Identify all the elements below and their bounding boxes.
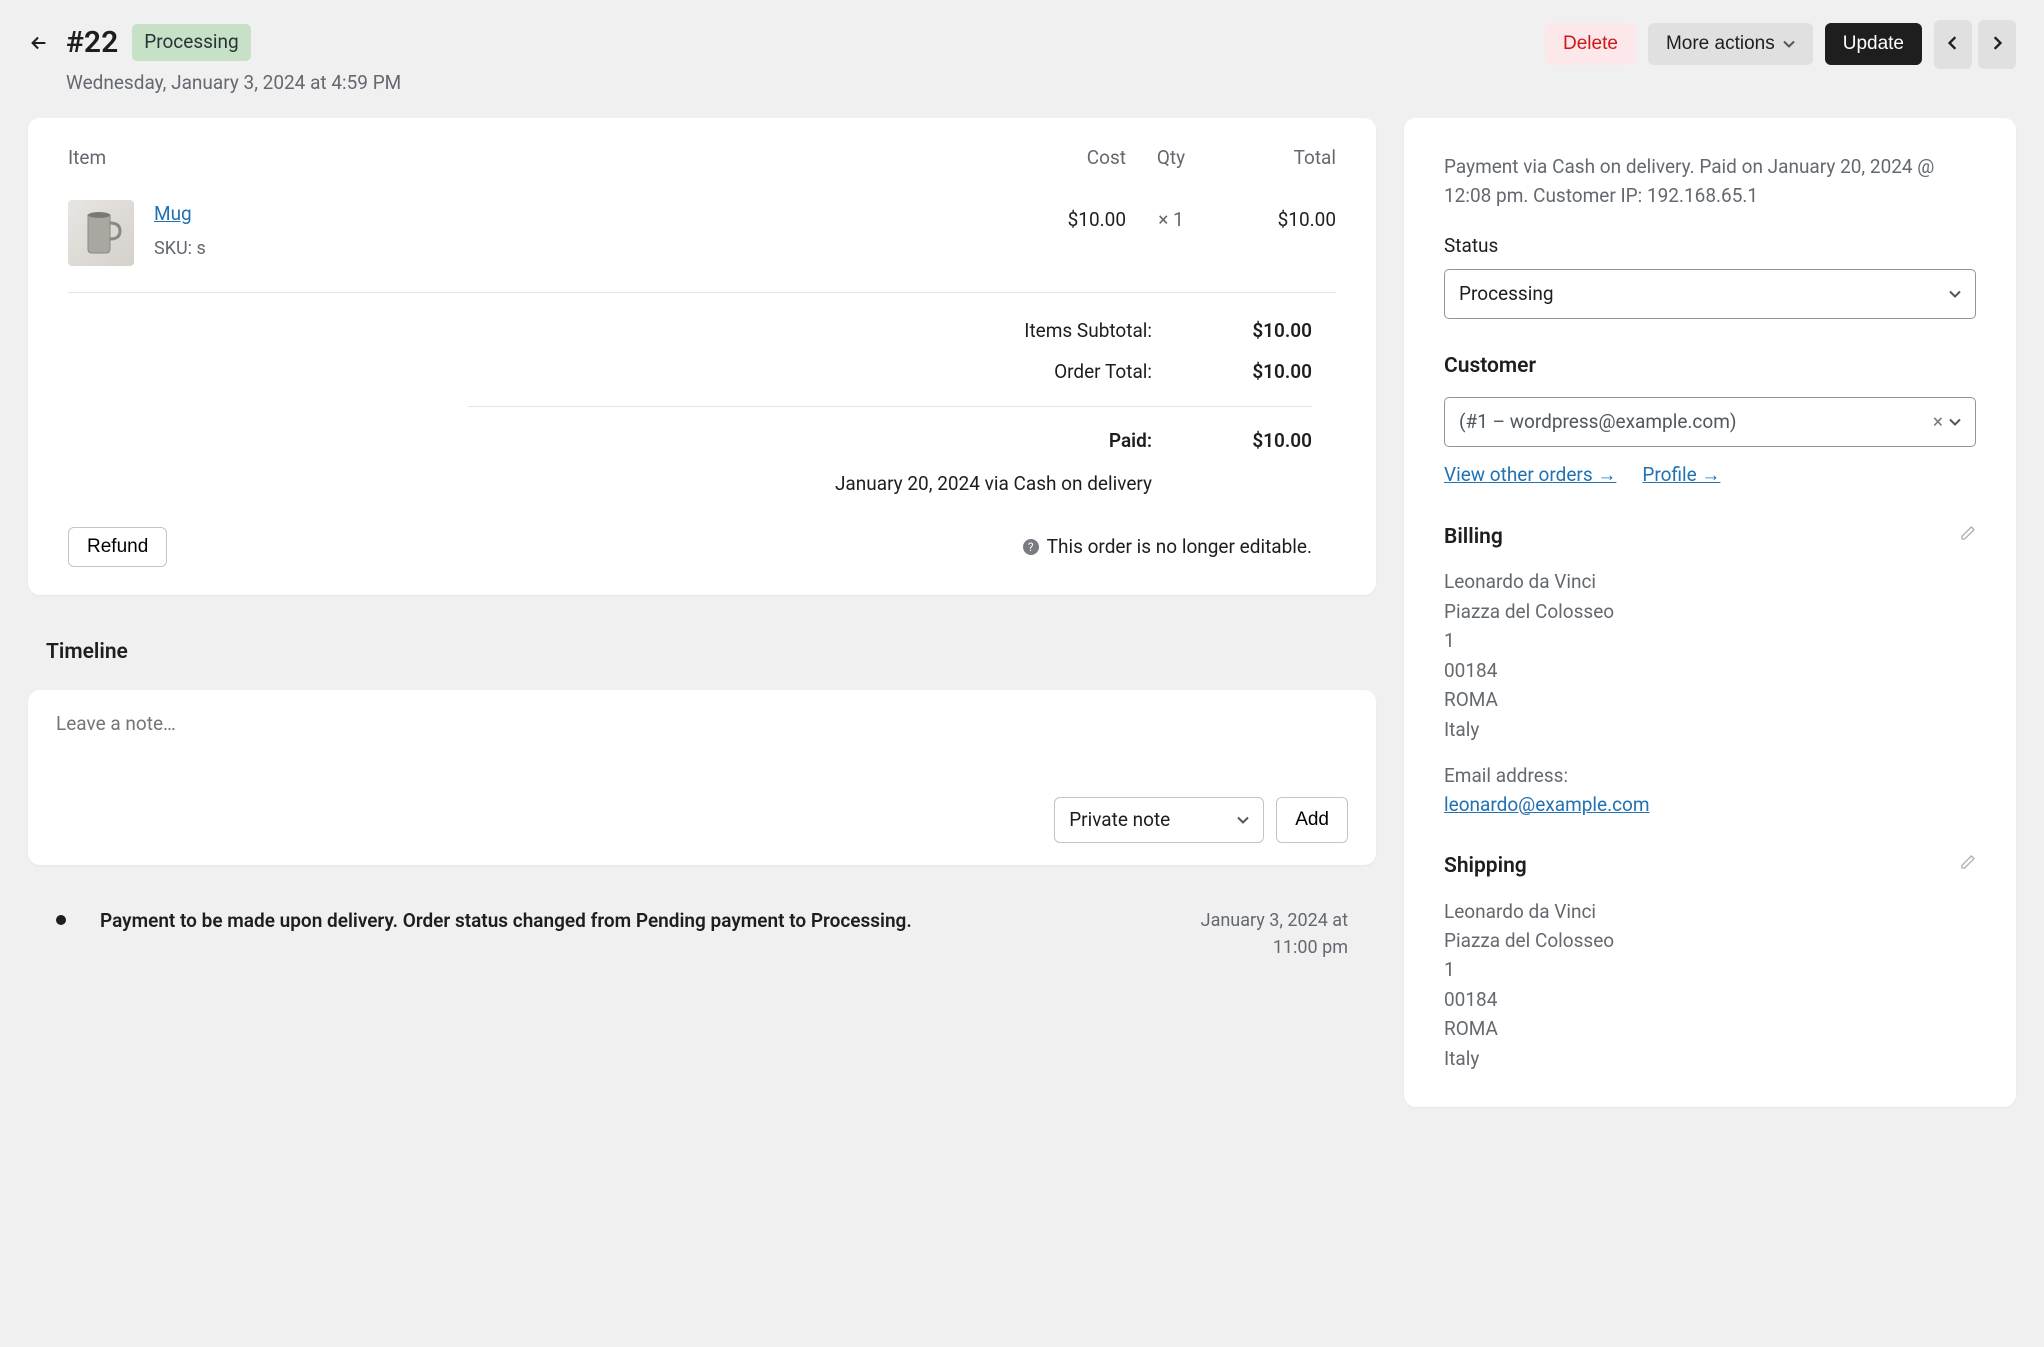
item-cost: $10.00 xyxy=(1016,200,1126,235)
edit-shipping-icon[interactable] xyxy=(1960,850,1976,866)
update-button[interactable]: Update xyxy=(1825,23,1922,65)
paid-note: January 20, 2024 via Cash on delivery xyxy=(68,468,1152,499)
chevron-right-icon xyxy=(1992,35,2002,54)
status-label: Status xyxy=(1444,232,1976,261)
ordertotal-value: $10.00 xyxy=(1192,358,1312,387)
next-order-button[interactable] xyxy=(1978,20,2016,69)
item-total: $10.00 xyxy=(1216,200,1336,235)
status-value: Processing xyxy=(1459,280,1554,309)
payment-info: Payment via Cash on delivery. Paid on Ja… xyxy=(1444,152,1976,211)
ordertotal-label: Order Total: xyxy=(932,358,1152,387)
shipping-title: Shipping xyxy=(1444,851,1527,883)
customer-title: Customer xyxy=(1444,351,1976,383)
more-actions-label: More actions xyxy=(1666,33,1775,55)
billing-address: Leonardo da Vinci Piazza del Colosseo 1 … xyxy=(1444,567,1976,744)
item-row: Mug SKU: s $10.00 × 1 $10.00 xyxy=(56,186,1348,292)
timeline-dot-icon xyxy=(56,915,66,925)
billing-title: Billing xyxy=(1444,522,1503,554)
side-card: Payment via Cash on delivery. Paid on Ja… xyxy=(1404,118,2016,1108)
col-header-item: Item xyxy=(68,144,1016,173)
item-qty: × 1 xyxy=(1126,200,1216,235)
chevron-down-icon xyxy=(1237,815,1249,825)
items-card: Item Cost Qty Total Mug SKU: s $10.00 xyxy=(28,118,1376,595)
not-editable-text: This order is no longer editable. xyxy=(1047,533,1312,562)
timeline-entry-date2: 11:00 pm xyxy=(1201,934,1348,961)
customer-select[interactable]: (#1 – wordpress@example.com) × xyxy=(1444,397,1976,448)
chevron-down-icon xyxy=(1783,39,1795,49)
chevron-down-icon xyxy=(1949,289,1961,299)
col-header-qty: Qty xyxy=(1126,144,1216,173)
chevron-left-icon xyxy=(1948,35,1958,54)
more-actions-button[interactable]: More actions xyxy=(1648,23,1813,65)
back-arrow-icon[interactable] xyxy=(28,32,50,54)
item-name-link[interactable]: Mug xyxy=(154,202,192,225)
refund-button[interactable]: Refund xyxy=(68,527,167,567)
timeline-entry-date1: January 3, 2024 at xyxy=(1201,907,1348,934)
edit-billing-icon[interactable] xyxy=(1960,521,1976,537)
view-other-orders-link[interactable]: View other orders → xyxy=(1444,461,1616,490)
email-label: Email address: xyxy=(1444,762,1976,791)
note-card: Private note Add xyxy=(28,690,1376,865)
status-select[interactable]: Processing xyxy=(1444,269,1976,320)
prev-order-button[interactable] xyxy=(1934,20,1972,69)
clear-icon[interactable]: × xyxy=(1933,408,1943,437)
help-icon[interactable]: ? xyxy=(1023,539,1039,555)
item-sku: SKU: s xyxy=(154,235,1016,262)
paid-label: Paid: xyxy=(932,427,1152,456)
note-type-value: Private note xyxy=(1069,806,1170,835)
col-header-cost: Cost xyxy=(1016,144,1126,173)
paid-value: $10.00 xyxy=(1192,427,1312,456)
order-date: Wednesday, January 3, 2024 at 4:59 PM xyxy=(66,69,401,98)
item-thumbnail[interactable] xyxy=(68,200,134,266)
mug-icon xyxy=(80,209,122,257)
timeline-title: Timeline xyxy=(46,637,1376,669)
note-type-select[interactable]: Private note xyxy=(1054,797,1264,844)
profile-link[interactable]: Profile → xyxy=(1642,461,1720,490)
note-input[interactable] xyxy=(56,712,1348,758)
billing-email-link[interactable]: leonardo@example.com xyxy=(1444,793,1650,816)
customer-value: (#1 – wordpress@example.com) xyxy=(1459,408,1736,437)
order-id: #22 xyxy=(66,20,118,65)
chevron-down-icon xyxy=(1949,417,1961,427)
shipping-address: Leonardo da Vinci Piazza del Colosseo 1 … xyxy=(1444,897,1976,1074)
subtotal-value: $10.00 xyxy=(1192,317,1312,346)
col-header-total: Total xyxy=(1216,144,1336,173)
status-badge: Processing xyxy=(132,24,251,61)
timeline-entry: Payment to be made upon delivery. Order … xyxy=(28,887,1376,961)
add-note-button[interactable]: Add xyxy=(1276,797,1348,844)
subtotal-label: Items Subtotal: xyxy=(932,317,1152,346)
delete-button[interactable]: Delete xyxy=(1545,23,1636,65)
timeline-entry-text: Payment to be made upon delivery. Order … xyxy=(100,907,1181,961)
